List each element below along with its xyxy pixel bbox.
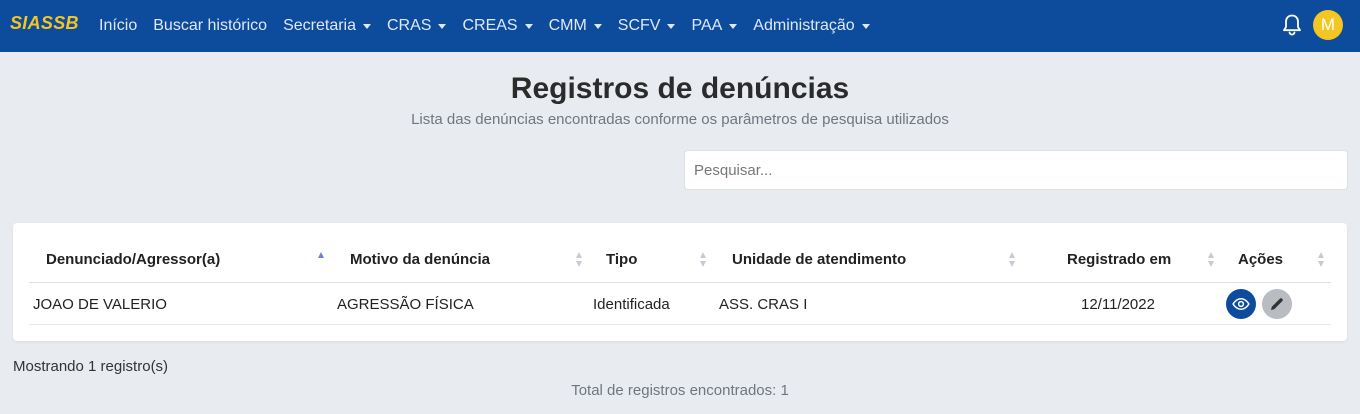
sort-icon[interactable]	[318, 252, 325, 268]
edit-button[interactable]	[1262, 289, 1292, 319]
nav-item-secretaria[interactable]: Secretaria	[283, 17, 371, 35]
cell-denunciado: JOAO DE VALERIO	[33, 296, 167, 313]
nav-item-label: SCFV	[617, 17, 661, 34]
sort-icon[interactable]	[1318, 252, 1325, 268]
caret-down-icon	[593, 24, 602, 29]
nav-item-label: Secretaria	[283, 17, 356, 34]
search-input[interactable]	[684, 150, 1348, 190]
view-button[interactable]	[1226, 289, 1256, 319]
nav-item-scfv[interactable]: SCFV	[618, 17, 676, 35]
caret-down-icon	[363, 24, 371, 29]
top-navbar: SIASSB Início Buscar histórico Secretari…	[0, 0, 1360, 52]
page-subtitle: Lista das denúncias encontradas conforme…	[411, 111, 949, 128]
nav-item-label: CMM	[548, 17, 587, 34]
nav-item-label: CRAS	[387, 17, 432, 34]
cell-registrado-em: 12/11/2022	[1081, 296, 1155, 313]
row-divider	[29, 324, 1331, 325]
nav-item-label: Início	[99, 17, 138, 34]
page-title: Registros de denúncias	[510, 72, 850, 105]
nav-item-label: CREAS	[462, 17, 518, 34]
sort-asc-icon	[318, 252, 324, 258]
caret-down-icon	[667, 24, 676, 29]
nav-item-inicio[interactable]: Início	[99, 17, 137, 35]
nav-item-label: Buscar histórico	[153, 17, 268, 34]
records-showing: Mostrando 1 registro(s)	[13, 358, 169, 375]
nav-menu: Início Buscar histórico Secretaria CRAS …	[99, 0, 886, 52]
column-header-acoes[interactable]: Ações	[1238, 251, 1283, 268]
eye-icon	[1232, 297, 1250, 311]
column-header-tipo[interactable]: Tipo	[606, 251, 637, 268]
sort-icon[interactable]	[700, 252, 707, 268]
bell-icon[interactable]	[1281, 13, 1303, 37]
nav-item-cras[interactable]: CRAS	[387, 17, 447, 35]
sort-icon[interactable]	[1009, 252, 1016, 268]
sort-icon[interactable]	[576, 252, 583, 268]
brand-logo[interactable]: SIASSB	[10, 13, 79, 34]
column-header-denunciado[interactable]: Denunciado/Agressor(a)	[46, 251, 220, 268]
cell-tipo: Identificada	[593, 296, 670, 313]
records-total: Total de registros encontrados: 1	[571, 382, 789, 399]
caret-down-icon	[524, 24, 533, 29]
caret-down-icon	[438, 24, 447, 29]
caret-down-icon	[861, 24, 870, 29]
nav-item-buscar-historico[interactable]: Buscar histórico	[153, 17, 267, 35]
nav-item-label: Administração	[753, 17, 855, 34]
column-header-unidade[interactable]: Unidade de atendimento	[732, 251, 906, 268]
column-header-motivo[interactable]: Motivo da denúncia	[350, 251, 490, 268]
pencil-icon	[1271, 298, 1283, 310]
cell-unidade: ASS. CRAS I	[719, 296, 808, 313]
nav-item-paa[interactable]: PAA	[691, 17, 738, 35]
nav-item-cmm[interactable]: CMM	[549, 17, 602, 35]
sort-icon[interactable]	[1208, 252, 1215, 268]
user-avatar[interactable]: M	[1313, 10, 1343, 40]
nav-item-label: PAA	[691, 17, 723, 34]
nav-item-creas[interactable]: CREAS	[462, 17, 533, 35]
caret-down-icon	[729, 24, 738, 29]
results-table: Denunciado/Agressor(a) Motivo da denúnci…	[13, 223, 1347, 341]
cell-motivo: AGRESSÃO FÍSICA	[337, 296, 474, 313]
column-header-registrado-em[interactable]: Registrado em	[1067, 251, 1171, 268]
header-divider	[29, 282, 1331, 283]
nav-item-administracao[interactable]: Administração	[753, 17, 870, 35]
